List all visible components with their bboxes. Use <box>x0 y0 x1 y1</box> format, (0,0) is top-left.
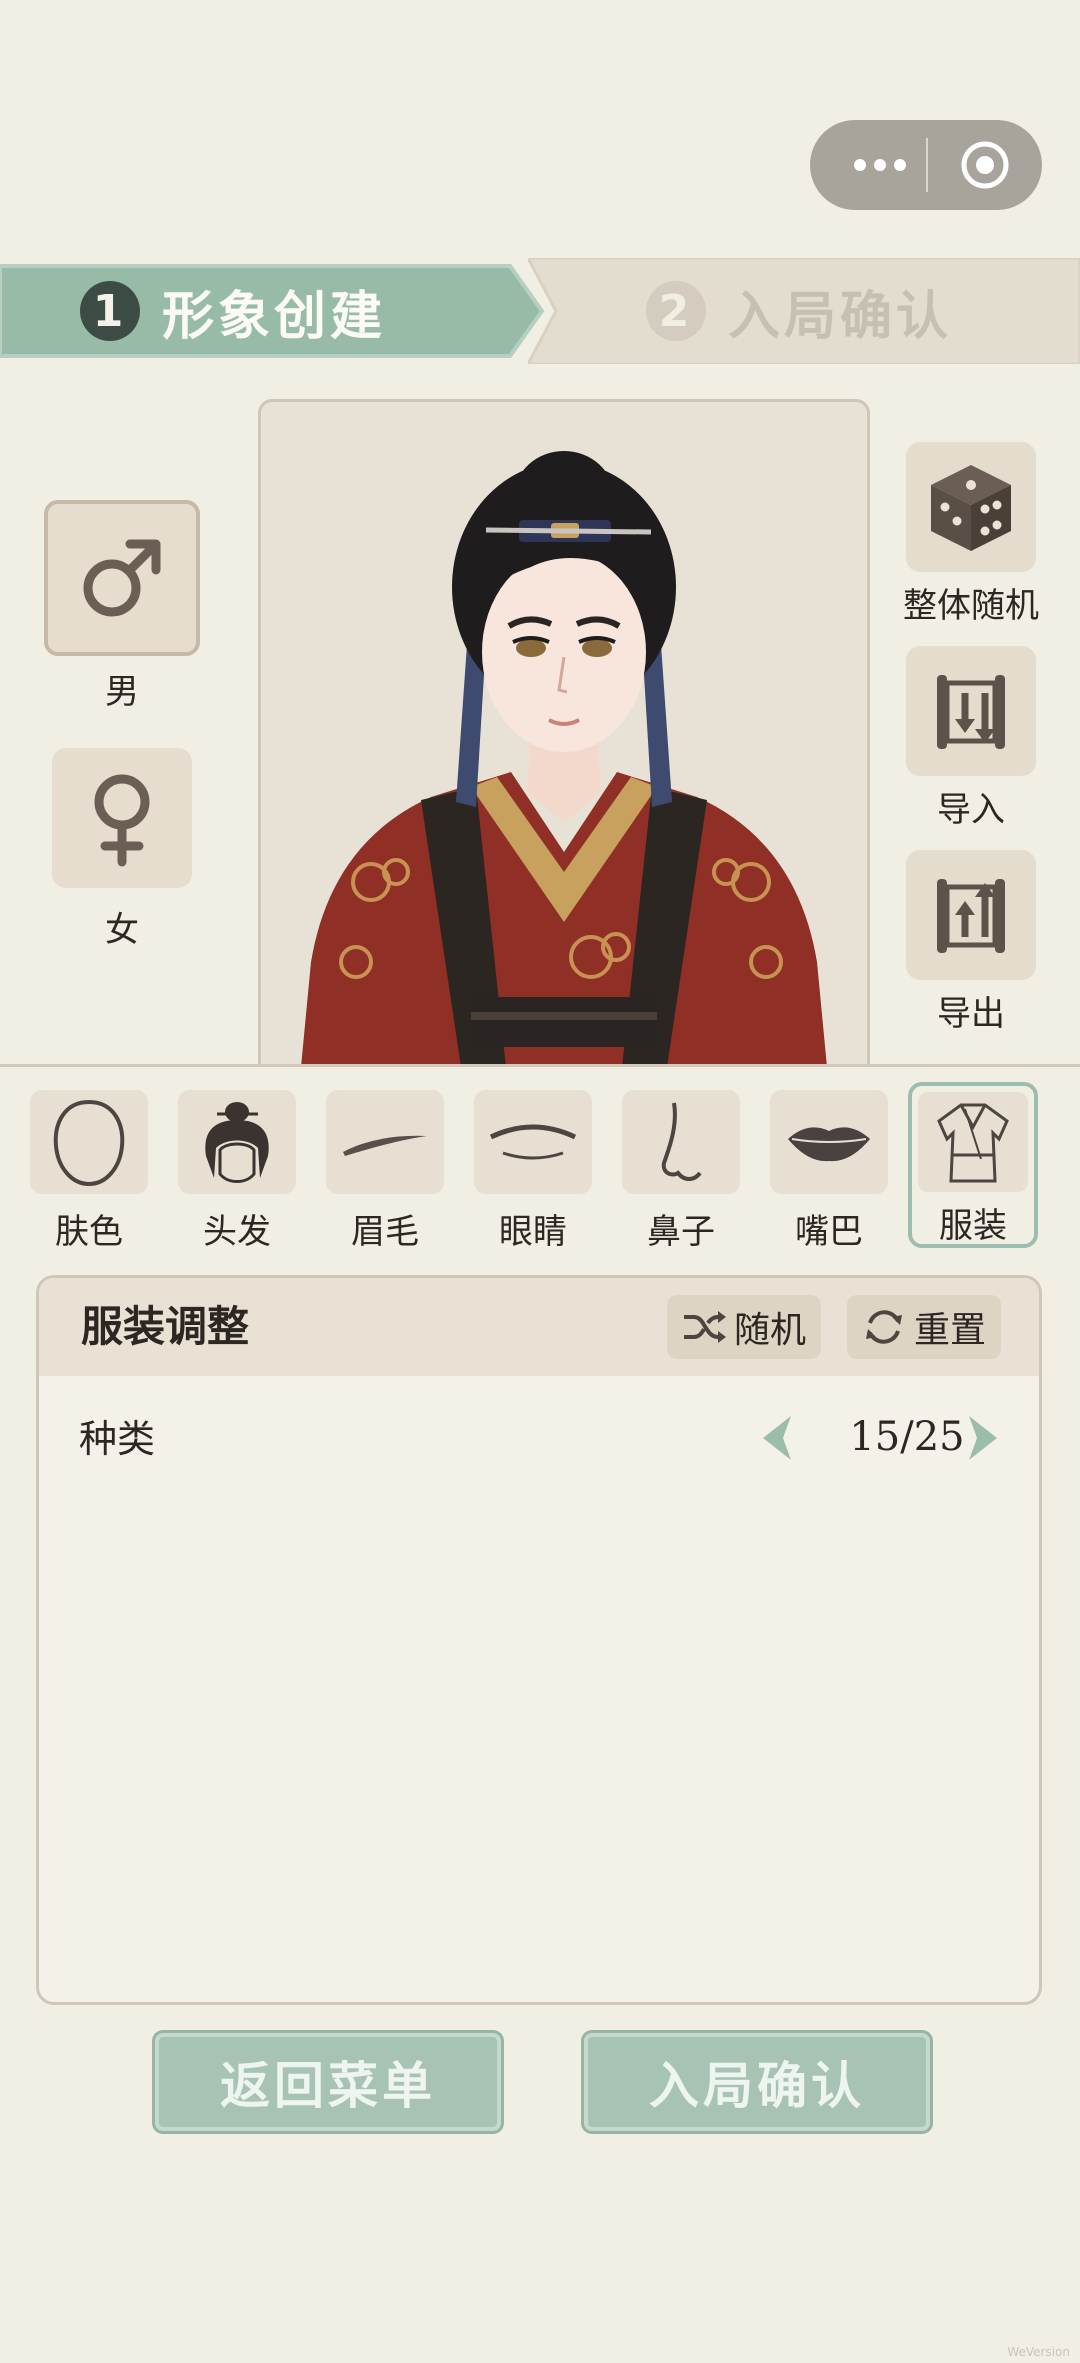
import-label: 导入 <box>937 790 1005 830</box>
eye-icon <box>489 1124 577 1160</box>
random-all-label: 整体随机 <box>903 586 1039 626</box>
face-outline-icon <box>53 1099 125 1187</box>
reset-label: 重置 <box>913 1310 986 1351</box>
random-button[interactable]: 随机 <box>667 1295 821 1359</box>
watermark: WeVersion <box>1007 2345 1070 2359</box>
female-symbol-icon <box>94 774 150 867</box>
chevron-right-icon[interactable] <box>953 1410 1009 1466</box>
robe-icon <box>937 1103 1009 1183</box>
section-divider <box>0 1064 1080 1067</box>
step-number-1: 1 <box>80 281 140 341</box>
feature-label-mouth: 嘴巴 <box>795 1212 863 1252</box>
more-dots-icon[interactable] <box>840 120 920 210</box>
feature-tab-hair[interactable]: 头发 <box>178 1090 296 1253</box>
hair-bun-icon <box>205 1102 269 1183</box>
gender-male-button[interactable] <box>44 500 200 656</box>
lips-icon <box>788 1127 870 1162</box>
mini-program-capsule <box>810 120 1042 210</box>
feature-label-clothing: 服装 <box>939 1206 1007 1246</box>
character-figure <box>301 451 827 1067</box>
random-label: 随机 <box>733 1310 806 1351</box>
clothing-adjust-panel: 服装调整 随机 重置 种类 15/25 <box>36 1275 1042 2005</box>
feature-label-eyebrow: 眉毛 <box>351 1212 419 1252</box>
import-button[interactable] <box>906 646 1036 776</box>
capsule-divider <box>926 138 928 192</box>
feature-tab-eyes[interactable]: 眼睛 <box>474 1090 592 1253</box>
feature-tab-eyebrow[interactable]: 眉毛 <box>326 1090 444 1253</box>
panel-title: 服装调整 <box>81 1302 250 1351</box>
scroll-import-icon <box>937 675 1005 749</box>
character-portrait <box>258 399 870 1067</box>
nose-icon <box>661 1102 702 1181</box>
male-symbol-icon <box>83 539 161 617</box>
feature-tab-nose[interactable]: 鼻子 <box>622 1090 740 1253</box>
step-number-2: 2 <box>646 281 706 341</box>
feature-tab-mouth[interactable]: 嘴巴 <box>770 1090 888 1253</box>
feature-tab-skin[interactable]: 肤色 <box>30 1090 148 1253</box>
export-label: 导出 <box>937 994 1005 1034</box>
feature-label-nose: 鼻子 <box>647 1212 715 1252</box>
gender-female-label: 女 <box>105 910 139 950</box>
tab-step-confirm[interactable]: 2 入局确认 <box>528 258 1080 364</box>
gender-female-button[interactable] <box>52 748 192 888</box>
scroll-export-icon <box>937 879 1005 953</box>
target-circle-icon[interactable] <box>960 140 1010 190</box>
step-label-create: 形象创建 <box>162 285 387 347</box>
tab-step-create[interactable]: 1 形象创建 <box>0 258 555 364</box>
feature-label-skin: 肤色 <box>55 1212 123 1252</box>
dice-icon <box>931 465 1011 551</box>
gender-male-label: 男 <box>105 672 139 712</box>
confirm-button[interactable]: 入局确认 <box>584 2033 930 2131</box>
chevron-left-icon[interactable] <box>751 1410 807 1466</box>
shuffle-icon <box>683 1311 726 1343</box>
type-row-label: 种类 <box>79 1417 156 1461</box>
feature-label-eyes: 眼睛 <box>499 1212 567 1252</box>
export-button[interactable] <box>906 850 1036 980</box>
step-label-confirm: 入局确认 <box>728 285 953 347</box>
refresh-icon <box>865 1310 902 1344</box>
random-all-button[interactable] <box>906 442 1036 572</box>
eyebrow-icon <box>343 1135 427 1156</box>
reset-button[interactable]: 重置 <box>847 1295 1001 1359</box>
back-to-menu-button[interactable]: 返回菜单 <box>155 2033 501 2131</box>
feature-label-hair: 头发 <box>203 1212 271 1252</box>
feature-tab-clothing[interactable]: 服装 <box>908 1082 1038 1248</box>
